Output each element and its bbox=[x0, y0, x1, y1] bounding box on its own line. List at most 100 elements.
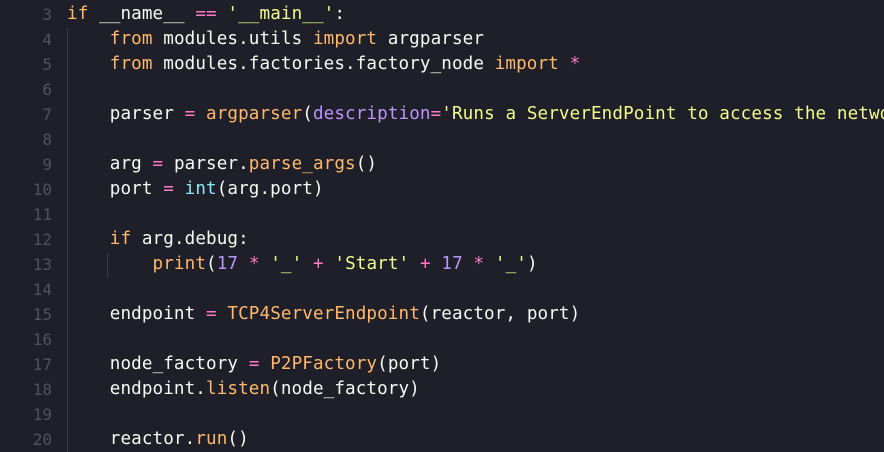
code-token: ( bbox=[302, 104, 313, 124]
code-line[interactable]: 19 bbox=[0, 402, 884, 427]
code-line[interactable]: 15 endpoint = TCP4ServerEndpoint(reactor… bbox=[0, 302, 884, 327]
line-number: 5 bbox=[42, 55, 52, 74]
code-text: endpoint.listen(node_factory) bbox=[67, 377, 420, 402]
code-line[interactable]: 13 print(17 * '_' + 'Start' + 17 * '_') bbox=[0, 252, 884, 277]
code-token: __name__ bbox=[88, 4, 196, 24]
code-token: endpoint. bbox=[67, 379, 207, 399]
code-token: (port) bbox=[377, 354, 442, 374]
code-token: import bbox=[494, 54, 559, 74]
code-line[interactable]: 6 bbox=[0, 77, 884, 102]
line-number: 10 bbox=[32, 180, 52, 199]
code-token: = bbox=[430, 104, 442, 124]
line-number: 8 bbox=[42, 130, 52, 149]
code-token: + bbox=[313, 254, 324, 274]
code-token: arg bbox=[67, 154, 153, 174]
code-token: argparser bbox=[206, 104, 303, 124]
code-token: '__main__' bbox=[227, 4, 335, 24]
code-token: port bbox=[67, 179, 164, 199]
code-text: port = int(arg.port) bbox=[67, 177, 324, 202]
code-token: 'Start' bbox=[334, 254, 410, 274]
line-number: 20 bbox=[32, 430, 52, 449]
code-line[interactable]: 8 bbox=[0, 127, 884, 152]
code-line[interactable]: 5 from modules.factories.factory_node im… bbox=[0, 52, 884, 77]
code-token: import bbox=[312, 29, 378, 49]
code-token: run bbox=[195, 429, 228, 449]
code-token: parser bbox=[67, 104, 185, 124]
code-text: if arg.debug: bbox=[67, 227, 249, 252]
code-token: '_' bbox=[270, 254, 303, 274]
line-number: 15 bbox=[32, 305, 52, 324]
code-line[interactable]: 10 port = int(arg.port) bbox=[0, 177, 884, 202]
code-text: endpoint = TCP4ServerEndpoint(reactor, p… bbox=[67, 302, 580, 327]
code-token: ) bbox=[526, 254, 538, 274]
code-token: if bbox=[109, 229, 132, 249]
code-token: + bbox=[419, 254, 431, 274]
code-token: '_' bbox=[494, 254, 527, 274]
code-text: parser = argparser(description='Runs a S… bbox=[67, 102, 884, 127]
code-token: = bbox=[152, 154, 164, 174]
code-line[interactable]: 7 parser = argparser(description='Runs a… bbox=[0, 102, 884, 127]
line-number: 9 bbox=[42, 155, 52, 174]
code-token: description bbox=[312, 104, 431, 124]
code-token: TCP4ServerEndpoint bbox=[227, 304, 420, 324]
code-text: arg = parser.parse_args() bbox=[67, 152, 377, 177]
code-line[interactable]: 17 node_factory = P2PFactory(port) bbox=[0, 352, 884, 377]
code-token: (node_factory) bbox=[270, 379, 420, 399]
code-token: 'Runs a ServerEndPoint to access the net… bbox=[441, 104, 884, 124]
code-text: from modules.factories.factory_node impo… bbox=[67, 52, 580, 77]
code-token: node_factory bbox=[67, 354, 249, 374]
code-line[interactable]: 4 from modules.utils import argparser bbox=[0, 27, 884, 52]
code-line[interactable]: 11 bbox=[0, 202, 884, 227]
code-token: reactor. bbox=[67, 429, 196, 449]
line-number: 16 bbox=[32, 330, 52, 349]
line-number: 14 bbox=[32, 280, 52, 299]
code-text: reactor.run() bbox=[67, 427, 249, 452]
code-token: 17 bbox=[216, 254, 239, 274]
code-token: P2PFactory bbox=[270, 354, 378, 374]
code-token: parser. bbox=[163, 154, 249, 174]
code-token: (arg.port) bbox=[216, 179, 324, 199]
line-number: 18 bbox=[32, 380, 52, 399]
code-line[interactable]: 9 arg = parser.parse_args() bbox=[0, 152, 884, 177]
code-text: if __name__ == '__main__': bbox=[67, 2, 345, 27]
code-line[interactable]: 3 if __name__ == '__main__': bbox=[0, 2, 884, 27]
code-line[interactable]: 14 bbox=[0, 277, 884, 302]
code-token: = bbox=[184, 104, 196, 124]
code-token: endpoint bbox=[67, 304, 207, 324]
code-token: argparser bbox=[377, 29, 485, 49]
code-token: = bbox=[206, 304, 217, 324]
code-line[interactable]: 16 bbox=[0, 327, 884, 352]
code-token: (reactor, port) bbox=[419, 304, 581, 324]
code-editor[interactable]: 3 if __name__ == '__main__': 4 from module… bbox=[0, 0, 884, 452]
code-token: * bbox=[248, 254, 260, 274]
code-text: print(17 * '_' + 'Start' + 17 * '_') bbox=[67, 252, 538, 277]
line-number: 6 bbox=[42, 80, 52, 99]
code-token: * bbox=[473, 254, 485, 274]
code-text: node_factory = P2PFactory(port) bbox=[67, 352, 441, 377]
line-number: 19 bbox=[32, 405, 52, 424]
code-line[interactable]: 18 endpoint.listen(node_factory) bbox=[0, 377, 884, 402]
code-line[interactable]: 12 if arg.debug: bbox=[0, 227, 884, 252]
line-number: 17 bbox=[32, 355, 52, 374]
code-line[interactable]: 20 reactor.run() bbox=[0, 427, 884, 452]
line-number: 4 bbox=[42, 30, 52, 49]
line-number: 7 bbox=[42, 105, 52, 124]
code-token: from bbox=[109, 29, 153, 49]
code-token: = bbox=[248, 354, 260, 374]
line-number: 12 bbox=[32, 230, 52, 249]
